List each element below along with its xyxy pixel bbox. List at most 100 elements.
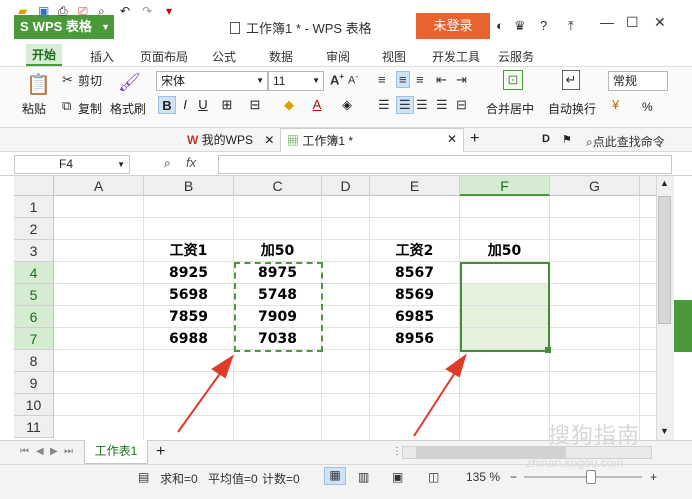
vertical-scroll-thumb[interactable] xyxy=(658,196,671,324)
column-header-a[interactable]: A xyxy=(54,176,144,196)
tab-cloud[interactable]: 云服务 xyxy=(498,48,534,65)
fill-handle[interactable] xyxy=(545,347,551,353)
row-header-4[interactable]: 4 xyxy=(14,262,54,284)
font-name-select[interactable]: 宋体 ▼ xyxy=(156,71,268,91)
cell-b4[interactable]: 8925 xyxy=(144,262,234,284)
cell-e3[interactable]: 工资2 xyxy=(370,240,460,262)
zoom-slider-thumb[interactable] xyxy=(586,470,596,484)
zoom-search-icon[interactable]: ⌕ xyxy=(164,156,171,171)
font-color-icon[interactable]: A xyxy=(308,96,326,114)
print-preview-icon[interactable]: ⌕ xyxy=(98,4,112,18)
undo-icon[interactable]: ↶ xyxy=(120,4,134,18)
login-button[interactable]: 未登录 xyxy=(416,13,490,39)
tab-data[interactable]: 数据 xyxy=(269,48,293,65)
customize-icon[interactable]: ▾ xyxy=(166,4,180,18)
select-all-corner[interactable] xyxy=(14,176,54,196)
tab-my-wps[interactable]: W 我的WPS ✕ xyxy=(187,131,274,148)
tab-developer[interactable]: 开发工具 xyxy=(432,48,480,65)
bold-button[interactable]: B xyxy=(158,96,176,114)
justify-icon[interactable]: ☰ xyxy=(436,97,448,113)
merge-cells-icon[interactable]: ⊟ xyxy=(246,96,264,114)
cell-c3[interactable]: 加50 xyxy=(234,240,322,262)
column-header-f[interactable]: F xyxy=(460,176,550,196)
spreadsheet-grid[interactable]: A B C D E F G 1 2 3 4 5 6 7 8 9 10 11 工资… xyxy=(14,176,656,440)
sheet-nav-first-icon[interactable]: ⏮ xyxy=(20,446,29,457)
minimize-icon[interactable]: — xyxy=(600,14,614,30)
fill-color-icon[interactable]: ◆ xyxy=(280,96,298,114)
sheet-nav-next-icon[interactable]: ▶ xyxy=(50,446,58,457)
tab-insert[interactable]: 插入 xyxy=(90,48,114,65)
increase-font-icon[interactable]: A+ xyxy=(330,72,344,87)
align-bottom-icon[interactable]: ≡ xyxy=(416,72,424,87)
increase-indent-icon[interactable]: ⇥ xyxy=(456,72,467,88)
cell-f3[interactable]: 加50 xyxy=(460,240,550,262)
column-header-c[interactable]: C xyxy=(234,176,322,196)
add-sheet-icon[interactable]: + xyxy=(156,443,165,461)
sheet-tab-1[interactable]: 工作表1 xyxy=(84,440,148,464)
maximize-icon[interactable]: ☐ xyxy=(626,14,639,31)
currency-icon[interactable]: ¥ xyxy=(612,97,619,112)
wrap-text-button[interactable]: 自动换行 xyxy=(548,100,596,117)
cell-b7[interactable]: 6988 xyxy=(144,328,234,350)
distribute-icon[interactable]: ⊟ xyxy=(456,97,467,113)
borders-icon[interactable]: ⊞ xyxy=(218,96,236,114)
copy-button[interactable]: 复制 xyxy=(78,100,102,117)
name-box[interactable]: F4 ▼ xyxy=(14,155,130,174)
cell-e7[interactable]: 8956 xyxy=(370,328,460,350)
scroll-up-icon[interactable]: ▲ xyxy=(660,178,669,188)
close-icon[interactable]: ✕ xyxy=(447,132,457,146)
align-right-icon[interactable]: ☰ xyxy=(416,97,428,113)
decrease-indent-icon[interactable]: ⇤ xyxy=(436,72,447,88)
flag-icon[interactable]: ⚑ xyxy=(562,133,572,146)
skin-icon[interactable]: ◐ xyxy=(496,18,504,33)
row-header-10[interactable]: 10 xyxy=(14,394,54,416)
column-header-b[interactable]: B xyxy=(144,176,234,196)
row-header-6[interactable]: 6 xyxy=(14,306,54,328)
tab-formulas[interactable]: 公式 xyxy=(212,48,236,65)
d-icon[interactable]: D xyxy=(542,133,550,145)
column-header-d[interactable]: D xyxy=(322,176,370,196)
formula-input[interactable] xyxy=(218,155,672,174)
underline-button[interactable]: U xyxy=(194,96,212,114)
row-header-1[interactable]: 1 xyxy=(14,196,54,218)
zoom-out-icon[interactable]: − xyxy=(510,470,517,484)
app-menu-button[interactable]: S WPS 表格 ▼ xyxy=(14,15,114,39)
scroll-down-icon[interactable]: ▼ xyxy=(660,426,669,436)
new-tab-icon[interactable]: + xyxy=(470,130,479,148)
row-header-7[interactable]: 7 xyxy=(14,328,54,350)
number-format-select[interactable]: 常规 xyxy=(608,71,668,91)
format-painter-button[interactable]: 格式刷 xyxy=(110,100,146,117)
cell-e5[interactable]: 8569 xyxy=(370,284,460,306)
cell-e4[interactable]: 8567 xyxy=(370,262,460,284)
tab-view[interactable]: 视图 xyxy=(382,48,406,65)
tab-home[interactable]: 开始 xyxy=(26,44,63,66)
tab-review[interactable]: 审阅 xyxy=(326,48,350,65)
normal-view-icon[interactable]: ▦ xyxy=(324,467,346,485)
sheet-nav-last-icon[interactable]: ⏭ xyxy=(64,446,73,457)
page-break-view-icon[interactable]: ▥ xyxy=(358,470,369,484)
row-header-2[interactable]: 2 xyxy=(14,218,54,240)
open-folder-icon[interactable]: ▰ xyxy=(18,4,32,18)
close-icon[interactable]: ✕ xyxy=(264,133,274,147)
row-header-9[interactable]: 9 xyxy=(14,372,54,394)
pin-icon[interactable]: ⤒ xyxy=(568,18,574,34)
help-button[interactable]: ? xyxy=(540,18,547,33)
cell-b5[interactable]: 5698 xyxy=(144,284,234,306)
split-handle-icon[interactable]: ⋮ xyxy=(392,446,402,457)
row-header-5[interactable]: 5 xyxy=(14,284,54,306)
row-header-11[interactable]: 11 xyxy=(14,416,54,438)
row-header-3[interactable]: 3 xyxy=(14,240,54,262)
page-layout-view-icon[interactable]: ▣ xyxy=(392,470,403,484)
cell-b6[interactable]: 7859 xyxy=(144,306,234,328)
zoom-in-icon[interactable]: + xyxy=(650,470,657,484)
decrease-font-icon[interactable]: A- xyxy=(348,72,358,87)
command-search[interactable]: ⌕点此查找命令 xyxy=(586,133,665,150)
align-middle-icon[interactable]: ≡ xyxy=(396,71,410,88)
align-left-icon[interactable]: ☰ xyxy=(378,97,390,113)
column-header-h[interactable] xyxy=(640,176,656,196)
percent-button[interactable]: % xyxy=(642,100,653,114)
row-header-8[interactable]: 8 xyxy=(14,350,54,372)
column-header-g[interactable]: G xyxy=(550,176,640,196)
tab-page-layout[interactable]: 页面布局 xyxy=(140,48,188,65)
align-center-icon[interactable]: ☰ xyxy=(396,96,414,114)
